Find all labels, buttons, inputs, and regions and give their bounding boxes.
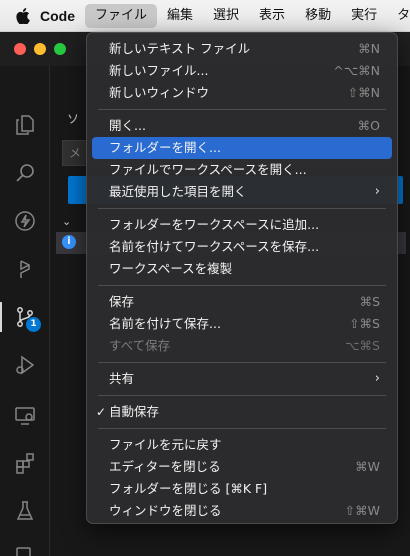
minimize-window-button[interactable] (34, 43, 46, 55)
menu-item-new-window[interactable]: 新しいウィンドウ ⇧⌘N (92, 82, 392, 104)
menu-item-save-as[interactable]: 名前を付けて保存... ⇧⌘S (92, 313, 392, 335)
menu-item-duplicate-workspace[interactable]: ワークスペースを複製 (92, 258, 392, 280)
run-debug-icon[interactable] (8, 348, 42, 382)
menu-separator (98, 428, 386, 429)
search-icon[interactable] (8, 156, 42, 190)
menubar-terminal[interactable]: タ (387, 4, 410, 28)
menubar-edit[interactable]: 編集 (157, 4, 203, 28)
menu-item-add-folder-to-workspace[interactable]: フォルダーをワークスペースに追加... (92, 214, 392, 236)
checkmark-icon: ✓ (96, 405, 107, 419)
menubar-go[interactable]: 移動 (295, 4, 341, 28)
accounts-settings-icon[interactable] (8, 540, 42, 556)
remote-window-icon[interactable] (8, 398, 42, 432)
menu-item-close-folder[interactable]: フォルダーを閉じる [⌘K F] (92, 478, 392, 500)
menu-item-share[interactable]: 共有 › (92, 368, 392, 390)
menu-item-revert-file[interactable]: ファイルを元に戻す (92, 434, 392, 456)
menu-separator (98, 109, 386, 110)
menu-item-close-editor[interactable]: エディターを閉じる ⌘W (92, 456, 392, 478)
menu-item-auto-save[interactable]: ✓ 自動保存 (92, 401, 392, 423)
macos-menubar: Code ファイル 編集 選択 表示 移動 実行 タ (0, 0, 410, 32)
menu-item-new-file[interactable]: 新しいファイル... ^⌥⌘N (92, 60, 392, 82)
extensions-icon[interactable] (8, 446, 42, 480)
menu-item-open[interactable]: 開く... ⌘O (92, 115, 392, 137)
menu-item-save-workspace-as[interactable]: 名前を付けてワークスペースを保存... (92, 236, 392, 258)
menubar-file[interactable]: ファイル (85, 3, 158, 28)
explorer-icon[interactable] (8, 108, 42, 142)
menubar-run[interactable]: 実行 (341, 4, 387, 28)
chevron-right-icon: › (374, 184, 380, 199)
menu-item-save[interactable]: 保存 ⌘S (92, 291, 392, 313)
menubar-view[interactable]: 表示 (249, 4, 295, 28)
menubar-selection[interactable]: 選択 (203, 4, 249, 28)
source-control-badge: 1 (26, 317, 41, 332)
file-menu-dropdown: 新しいテキスト ファイル ⌘N 新しいファイル... ^⌥⌘N 新しいウィンドウ ⇧⌘… (86, 32, 398, 524)
maximize-window-button[interactable] (54, 43, 66, 55)
chevron-down-icon[interactable]: ⌄ (62, 215, 71, 228)
menu-item-new-text-file[interactable]: 新しいテキスト ファイル ⌘N (92, 38, 392, 60)
sidebar-title: ソ (67, 112, 80, 126)
activity-bar: 1 (0, 66, 50, 556)
close-window-button[interactable] (14, 43, 26, 55)
info-icon: i (62, 235, 76, 249)
lightning-icon[interactable] (8, 204, 42, 238)
menubar-app-name[interactable]: Code (30, 4, 85, 28)
menu-item-close-window[interactable]: ウィンドウを閉じる ⇧⌘W (92, 500, 392, 522)
apple-icon[interactable] (16, 7, 30, 24)
menu-item-open-workspace-from-file[interactable]: ファイルでワークスペースを開く... (92, 159, 392, 181)
testing-icon[interactable] (8, 494, 42, 528)
menu-separator (98, 285, 386, 286)
menu-item-open-recent[interactable]: 最近使用した項目を開く › (92, 181, 392, 203)
source-control-icon[interactable]: 1 (0, 300, 42, 334)
menu-item-save-all: すべて保存 ⌥⌘S (109, 338, 380, 353)
menu-separator (98, 208, 386, 209)
menu-separator (98, 395, 386, 396)
menu-item-open-folder[interactable]: フォルダーを開く... (92, 137, 392, 159)
remote-explorer-icon[interactable] (8, 252, 42, 286)
chevron-right-icon: › (374, 371, 380, 386)
menu-separator (98, 362, 386, 363)
